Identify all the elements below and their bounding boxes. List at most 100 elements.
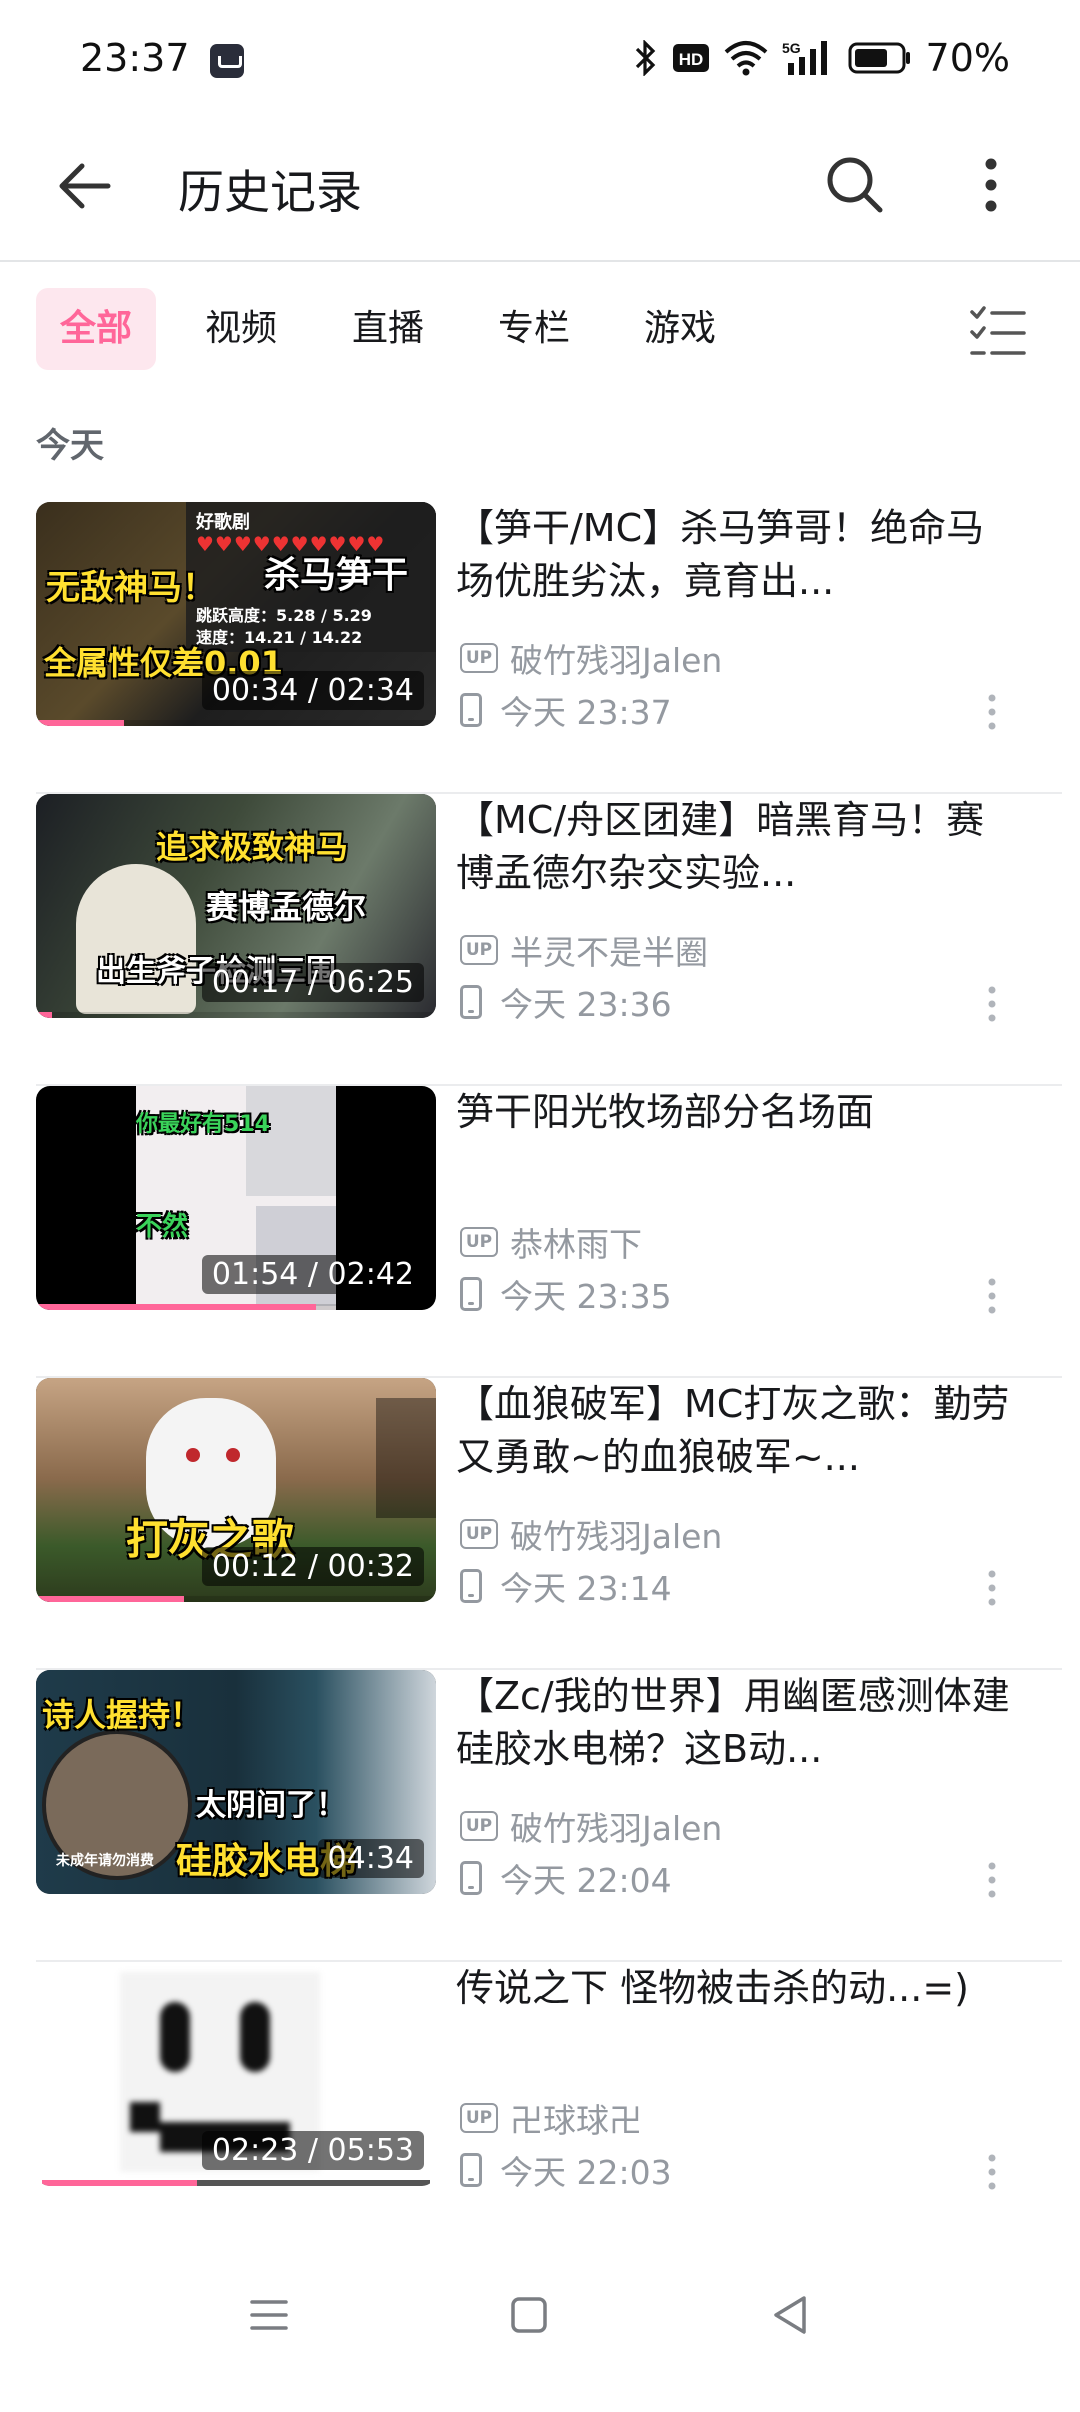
item-more-icon[interactable]: [982, 1860, 1002, 1900]
thumb-caption: 未成年请勿消费: [56, 1853, 154, 1869]
uploader-name: 破竹残羽Jalen: [510, 1517, 723, 1556]
watched-time-row: 今天 22:04: [460, 1854, 672, 1902]
watch-progress-track: [36, 720, 436, 726]
up-badge-icon: UP: [460, 935, 498, 965]
history-item[interactable]: 02:23 / 05:53 传说之下 怪物被击杀的动...=) UP 卍球球卍 …: [36, 1962, 1062, 2254]
uploader-row: UP 恭林雨下: [460, 1218, 642, 1266]
tab-video[interactable]: 视频: [205, 288, 277, 370]
thumb-caption: 好歌剧: [196, 512, 250, 533]
hd-label: HD: [678, 50, 703, 69]
history-item[interactable]: 诗人握持！ 太阴间了！ 硅胶水电梯 未成年请勿消费 04:34 【Zc/我的世界…: [36, 1670, 1062, 1962]
phone-icon: [460, 1277, 482, 1311]
cellular-signal-icon: 5G: [782, 40, 827, 75]
history-item[interactable]: 追求极致神马 赛博孟德尔 出生斧子检测三围 00:17 / 06:25 【MC/…: [36, 794, 1062, 1086]
section-label-today: 今天: [36, 426, 104, 466]
watched-time: 今天 22:04: [500, 1861, 672, 1900]
list-check-icon[interactable]: [968, 304, 1028, 360]
video-thumbnail[interactable]: 好歌剧 ♥♥♥♥♥♥♥♥♥♥ 无敌神马！ 杀马笋干 跳跃高度：5.28 / 5.…: [36, 502, 436, 726]
tab-game[interactable]: 游戏: [644, 288, 716, 370]
arrow-left-icon[interactable]: [52, 154, 116, 218]
phone-icon: [460, 2153, 482, 2187]
watched-time-row: 今天 23:14: [460, 1562, 672, 1610]
up-badge-icon: UP: [460, 1811, 498, 1841]
thumb-caption: 赛博孟德尔: [206, 888, 367, 926]
watched-time: 今天 23:14: [500, 1569, 672, 1608]
history-item[interactable]: 好歌剧 ♥♥♥♥♥♥♥♥♥♥ 无敌神马！ 杀马笋干 跳跃高度：5.28 / 5.…: [36, 502, 1062, 794]
phone-icon: [460, 693, 482, 727]
battery-icon: [848, 42, 910, 74]
search-icon[interactable]: [820, 150, 890, 220]
tab-all[interactable]: 全部: [36, 288, 157, 370]
video-title[interactable]: 【Zc/我的世界】用幽匿感测体建硅胶水电梯？这B动...: [456, 1670, 1016, 1776]
video-thumbnail[interactable]: 诗人握持！ 太阴间了！ 硅胶水电梯 未成年请勿消费 04:34: [36, 1670, 436, 1894]
system-navigation-bar: [0, 2226, 1080, 2412]
watched-time-row: 今天 23:37: [460, 686, 672, 734]
video-title[interactable]: 笋干阳光牧场部分名场面: [456, 1086, 1016, 1139]
filter-tabs: 全部 视频 直播 专栏 游戏: [0, 262, 1080, 402]
watched-time-row: 今天 23:35: [460, 1270, 672, 1318]
item-more-icon[interactable]: [982, 1568, 1002, 1608]
thumb-caption: 诗人握持！: [42, 1696, 203, 1734]
video-duration: 04:34: [317, 1839, 424, 1878]
watched-time: 今天 23:35: [500, 1277, 672, 1316]
video-duration: 00:34 / 02:34: [201, 671, 424, 710]
status-bar: 23:37 HD 5G 70%: [0, 0, 1080, 120]
video-duration: 01:54 / 02:42: [201, 1255, 424, 1294]
video-title[interactable]: 【笋干/MC】杀马笋哥！绝命马场优胜劣汰，竟育出...: [456, 502, 1016, 608]
character-art: [246, 1086, 336, 1196]
video-title[interactable]: 传说之下 怪物被击杀的动...=): [456, 1962, 1016, 2015]
uploader-row: UP 卍球球卍: [460, 2094, 642, 2142]
thumb-caption: 你最好有514: [136, 1112, 270, 1137]
video-title[interactable]: 【MC/舟区团建】暗黑育马！赛博孟德尔杂交实验...: [456, 794, 1016, 900]
watch-progress-fill: [36, 1304, 316, 1310]
thumb-caption: 跳跃高度：5.28 / 5.29: [196, 606, 372, 625]
thumb-caption: 追求极致神马: [156, 828, 349, 866]
item-more-icon[interactable]: [982, 984, 1002, 1024]
uploader-name: 恭林雨下: [510, 1225, 642, 1264]
item-more-icon[interactable]: [982, 692, 1002, 732]
phone-icon: [460, 985, 482, 1019]
watched-time-row: 今天 22:03: [460, 2146, 672, 2194]
rabbit-eye: [186, 1448, 200, 1462]
more-vertical-icon[interactable]: [966, 150, 1016, 220]
tab-column[interactable]: 专栏: [498, 288, 570, 370]
rabbit-eye: [226, 1448, 240, 1462]
video-title[interactable]: 【血狼破军】MC打灰之歌：勤劳又勇敢~的血狼破军~...: [456, 1378, 1016, 1484]
up-badge-icon: UP: [460, 1519, 498, 1549]
watch-progress-track: [36, 1596, 436, 1602]
thumb-caption: 不然: [136, 1212, 189, 1242]
history-item[interactable]: 打灰之歌 00:12 / 00:32 【血狼破军】MC打灰之歌：勤劳又勇敢~的血…: [36, 1378, 1062, 1670]
uploader-row: UP 破竹残羽Jalen: [460, 634, 722, 682]
uploader-name: 破竹残羽Jalen: [510, 1809, 723, 1848]
watch-progress-track: [36, 1012, 436, 1018]
bluetooth-icon: [635, 40, 655, 76]
triangle-back-icon[interactable]: [754, 2280, 824, 2350]
item-more-icon[interactable]: [982, 1276, 1002, 1316]
video-thumbnail[interactable]: 打灰之歌 00:12 / 00:32: [36, 1378, 436, 1602]
up-badge-icon: UP: [460, 2103, 498, 2133]
item-more-icon[interactable]: [982, 2152, 1002, 2192]
menu-icon[interactable]: [234, 2280, 304, 2350]
phone-icon: [460, 1569, 482, 1603]
phone-icon: [460, 1861, 482, 1895]
uploader-row: UP 半灵不是半圈: [460, 926, 708, 974]
video-thumbnail[interactable]: 02:23 / 05:53: [36, 1962, 436, 2186]
history-item[interactable]: 你最好有514 不然 01:54 / 02:42 笋干阳光牧场部分名场面 UP …: [36, 1086, 1062, 1378]
watch-progress-track: [42, 2180, 430, 2186]
video-thumbnail[interactable]: 追求极致神马 赛博孟德尔 出生斧子检测三围 00:17 / 06:25: [36, 794, 436, 1018]
tab-live[interactable]: 直播: [352, 288, 424, 370]
thumb-caption: 太阴间了！: [196, 1788, 346, 1823]
square-icon[interactable]: [494, 2280, 564, 2350]
status-time: 23:37: [80, 36, 190, 80]
page-title: 历史记录: [178, 165, 362, 219]
video-duration: 02:23 / 05:53: [201, 2131, 424, 2170]
uploader-row: UP 破竹残羽Jalen: [460, 1510, 722, 1558]
up-badge-icon: UP: [460, 1227, 498, 1257]
watch-progress-fill: [36, 1012, 52, 1018]
battery-percentage: 70%: [925, 36, 1010, 80]
hd-icon: HD: [672, 44, 709, 72]
status-icons: HD 5G 70%: [634, 36, 1010, 80]
watched-time: 今天 23:37: [500, 693, 672, 732]
video-duration: 00:17 / 06:25: [201, 963, 424, 1002]
video-thumbnail[interactable]: 你最好有514 不然 01:54 / 02:42: [36, 1086, 436, 1310]
